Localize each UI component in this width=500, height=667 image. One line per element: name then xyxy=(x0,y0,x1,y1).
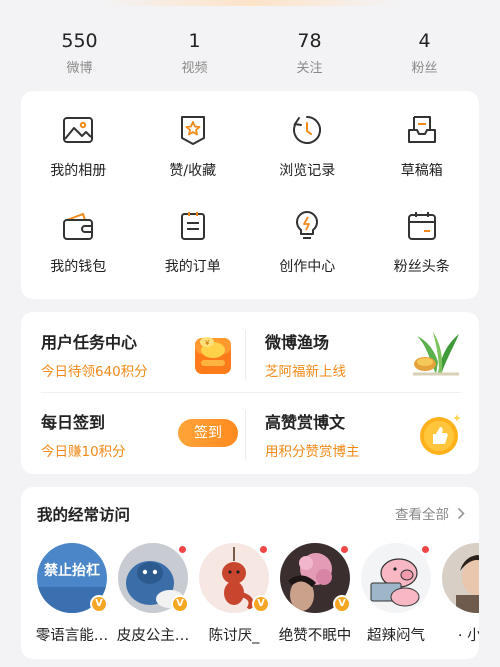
photo-album-icon xyxy=(63,117,94,143)
stat-posts[interactable]: 550 微博 xyxy=(22,28,137,84)
frequent-user[interactable]: 超辣闷气 xyxy=(356,543,436,645)
svg-text:¥: ¥ xyxy=(205,339,210,347)
frequent-user[interactable]: V 陈讨厌_ xyxy=(194,543,274,645)
stat-value: 4 xyxy=(418,30,431,52)
stat-value: 550 xyxy=(61,30,98,52)
frequent-user-name: 零语言能… xyxy=(35,628,109,644)
avatar-sign-text: 禁止抬杠 xyxy=(44,562,100,579)
new-update-dot xyxy=(421,545,430,554)
frequent-user-name: 超辣闷气 xyxy=(367,628,425,644)
see-all-link[interactable]: 查看全部 xyxy=(395,503,465,523)
frequent-visits-card: 我的经常访问 查看全部 禁止抬杠 V 零语言能… V 皮皮公主… V 陈讨厌_ … xyxy=(21,487,479,659)
profile-stats: 550 微博 1 视频 78 关注 4 粉丝 xyxy=(0,28,500,84)
menu-item-fan-headlines[interactable]: 粉丝头条 xyxy=(365,209,480,305)
menu-item-history[interactable]: 浏览记录 xyxy=(250,113,365,209)
stat-label: 微博 xyxy=(66,61,93,76)
menu-label: 我的相册 xyxy=(50,163,107,179)
menu-item-orders[interactable]: 我的订单 xyxy=(136,209,251,305)
calendar-icon xyxy=(407,212,436,240)
verified-badge-icon: V xyxy=(90,595,108,613)
drafts-icon xyxy=(407,116,436,143)
menu-label: 我的钱包 xyxy=(50,259,107,275)
verified-badge-icon: V xyxy=(252,595,270,613)
stat-value: 1 xyxy=(188,30,201,52)
menu-card: 我的相册 赞/收藏 浏览记录 草稿箱 我的钱包 我的订单 创作中心 粉丝头条 xyxy=(21,91,479,299)
fishery-plant-icon xyxy=(413,332,459,376)
stat-label: 粉丝 xyxy=(411,61,438,76)
frequent-user[interactable]: · 小糖 xyxy=(437,543,479,645)
new-update-dot xyxy=(178,545,187,554)
verified-badge-icon: V xyxy=(333,595,351,613)
frequent-user[interactable]: V 皮皮公主… xyxy=(113,543,193,645)
frequent-user[interactable]: V 绝赞不眠中 xyxy=(275,543,355,645)
history-icon xyxy=(293,116,322,144)
menu-label: 赞/收藏 xyxy=(169,163,217,179)
menu-item-album[interactable]: 我的相册 xyxy=(21,113,136,209)
lightbulb-icon xyxy=(296,211,319,239)
avatar xyxy=(361,543,431,613)
menu-item-favorites[interactable]: 赞/收藏 xyxy=(136,113,251,209)
frequent-user-name: 绝赞不眠中 xyxy=(278,628,352,644)
favorites-icon xyxy=(180,116,205,145)
menu-item-creator-center[interactable]: 创作中心 xyxy=(250,209,365,305)
top-glow xyxy=(100,0,400,6)
new-update-dot xyxy=(340,545,349,554)
promo-card: 用户任务中心 今日待领640积分 ¥ 微博渔场 芝阿福新上线 每日签到 今日赚1… xyxy=(21,312,479,474)
frequent-user-name: · 小糖 xyxy=(457,628,479,644)
verified-badge-icon: V xyxy=(171,595,189,613)
stat-label: 视频 xyxy=(181,61,208,76)
wallet-icon xyxy=(63,213,94,240)
checkin-button[interactable]: 签到 xyxy=(178,419,238,447)
chevron-right-icon xyxy=(457,507,465,519)
menu-label: 草稿箱 xyxy=(400,163,443,179)
coin-gift-icon: ¥ xyxy=(195,337,231,374)
frequent-user-name: 陈讨厌_ xyxy=(208,628,260,644)
stat-videos[interactable]: 1 视频 xyxy=(137,28,252,84)
menu-label: 粉丝头条 xyxy=(393,259,450,275)
divider xyxy=(245,330,246,380)
divider xyxy=(245,410,246,460)
new-update-dot xyxy=(259,545,268,554)
section-title: 我的经常访问 xyxy=(37,506,131,524)
frequent-avatars-list: 禁止抬杠 V 零语言能… V 皮皮公主… V 陈讨厌_ V 绝赞不眠中 超辣闷气… xyxy=(21,543,479,653)
menu-label: 浏览记录 xyxy=(279,163,336,179)
stat-following[interactable]: 78 关注 xyxy=(252,28,367,84)
stat-value: 78 xyxy=(297,30,322,52)
menu-label: 创作中心 xyxy=(279,259,336,275)
avatar xyxy=(442,543,479,613)
menu-label: 我的订单 xyxy=(164,259,221,275)
divider xyxy=(41,392,461,393)
stat-followers[interactable]: 4 粉丝 xyxy=(367,28,482,84)
thumbs-up-coin-icon xyxy=(420,414,461,455)
menu-item-drafts[interactable]: 草稿箱 xyxy=(365,113,480,209)
see-all-label: 查看全部 xyxy=(395,507,449,523)
orders-icon xyxy=(180,212,205,240)
frequent-user[interactable]: 禁止抬杠 V 零语言能… xyxy=(32,543,112,645)
menu-item-wallet[interactable]: 我的钱包 xyxy=(21,209,136,305)
stat-label: 关注 xyxy=(296,61,323,76)
frequent-user-name: 皮皮公主… xyxy=(116,628,190,644)
